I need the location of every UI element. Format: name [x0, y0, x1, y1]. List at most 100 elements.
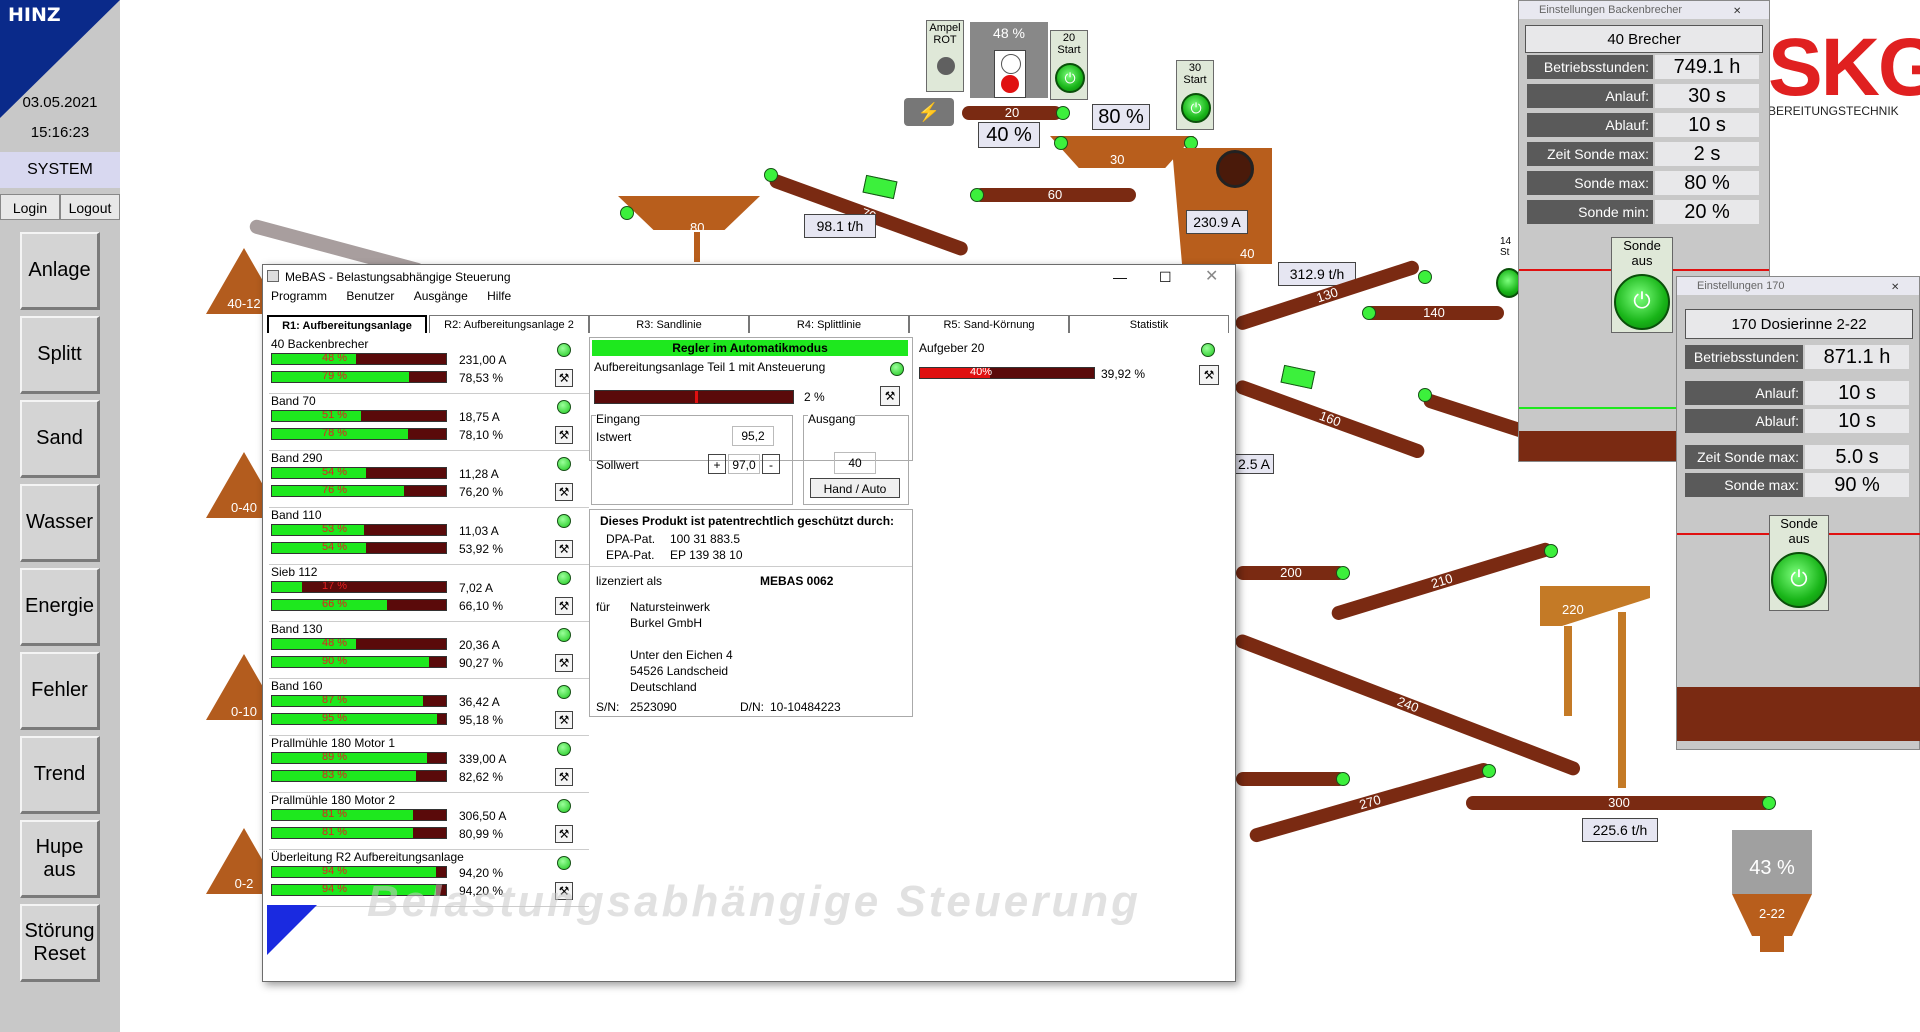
menu-benutzer[interactable]: Benutzer	[346, 289, 394, 303]
conveyor-240[interactable]: 240	[1233, 632, 1583, 778]
load-row: Band 70 51 % 18,75 A 78 % 78,10 % ⚒	[269, 394, 589, 451]
menu-hilfe[interactable]: Hilfe	[487, 289, 511, 303]
tool-icon[interactable]: ⚒	[555, 768, 573, 786]
tool-icon[interactable]: ⚒	[1199, 365, 1219, 385]
tool-icon[interactable]: ⚒	[555, 654, 573, 672]
hupe-aus-button[interactable]: Hupe aus	[20, 820, 100, 898]
motor-icon[interactable]: ⚡	[904, 98, 954, 126]
load-bar-current: 53 %	[271, 524, 447, 536]
tool-icon[interactable]: ⚒	[555, 711, 573, 729]
conveyor-170[interactable]	[1421, 392, 1531, 440]
conveyor-260[interactable]	[1236, 772, 1346, 786]
sonde-button[interactable]: Sonde aus ⏻	[1611, 237, 1673, 333]
settings-backenbrecher-title[interactable]: Einstellungen Backenbrecher ✕	[1519, 1, 1769, 19]
tool-icon[interactable]: ⚒	[555, 597, 573, 615]
aufgeber-value: 39,92 %	[1101, 367, 1146, 381]
close-icon[interactable]: ✕	[1205, 265, 1218, 289]
load-value-current: 7,02 A	[459, 581, 494, 595]
nav-energie-button[interactable]: Energie	[20, 568, 100, 646]
tab-r2[interactable]: R2: Aufbereitungsanlage 2	[429, 315, 589, 333]
stoerung-reset-button[interactable]: Störung Reset	[20, 904, 100, 982]
load-pct: 48 %	[322, 638, 348, 649]
conveyor-300[interactable]: 300	[1466, 795, 1772, 810]
tab-r3[interactable]: R3: Sandlinie	[589, 315, 749, 333]
tool-icon[interactable]: ⚒	[555, 540, 573, 558]
silo-2-22-label: 2-22	[1758, 906, 1786, 921]
login-button[interactable]: Login	[0, 194, 60, 220]
start-20-label: 20 Start	[1057, 32, 1081, 56]
start-30-button[interactable]: 30 Start ⏻	[1176, 60, 1214, 130]
hand-auto-button[interactable]: Hand / Auto	[810, 478, 900, 498]
start-20-button[interactable]: 20 Start ⏻	[1050, 30, 1088, 100]
load-value-average: 78,10 %	[459, 428, 504, 442]
conveyor-210[interactable]: 210	[1329, 541, 1554, 622]
status-led	[1418, 388, 1432, 402]
setting-value[interactable]: 871.1 h	[1805, 345, 1909, 369]
sollwert-minus-button[interactable]: -	[762, 454, 780, 474]
load-value-current: 36,42 A	[459, 695, 500, 709]
setting-value[interactable]: 90 %	[1805, 473, 1909, 497]
mebas-titlebar[interactable]: MeBAS - Belastungsabhängige Steuerung — …	[263, 265, 1235, 289]
nav-trend-button[interactable]: Trend	[20, 736, 100, 814]
logout-button[interactable]: Logout	[60, 194, 120, 220]
conveyor-140[interactable]: 140	[1364, 305, 1504, 320]
conveyor-200[interactable]: 200	[1236, 565, 1346, 580]
close-icon[interactable]: ✕	[1891, 279, 1899, 297]
power-icon: ⏻	[1614, 274, 1670, 330]
ampel-button[interactable]: Ampel ROT	[926, 20, 964, 92]
load-value-current: 306,50 A	[459, 809, 507, 823]
load-bar-current: 54 %	[271, 467, 447, 479]
setting-value[interactable]: 5.0 s	[1805, 445, 1909, 469]
sollwert-input[interactable]: 97,0	[728, 454, 760, 474]
load-row: Band 110 53 % 11,03 A 54 % 53,92 % ⚒	[269, 508, 589, 565]
status-led	[1482, 764, 1496, 778]
silo-2-22[interactable]: 43 %	[1732, 830, 1812, 894]
tool-icon[interactable]: ⚒	[555, 426, 573, 444]
settings-170-title[interactable]: Einstellungen 170 ✕	[1677, 277, 1919, 295]
tab-r5[interactable]: R5: Sand-Körnung	[909, 315, 1069, 333]
setting-value[interactable]: 2 s	[1655, 142, 1759, 166]
power-icon: ⏻	[1771, 552, 1827, 608]
setting-value[interactable]: 80 %	[1655, 171, 1759, 195]
watermark: Belastungsabhängige Steuerung	[367, 877, 1141, 926]
setting-value[interactable]: 10 s	[1805, 409, 1909, 433]
tool-icon[interactable]: ⚒	[555, 483, 573, 501]
setting-value[interactable]: 10 s	[1805, 381, 1909, 405]
ampel-indicator	[937, 57, 955, 75]
nav-wasser-button[interactable]: Wasser	[20, 484, 100, 562]
tool-icon[interactable]: ⚒	[555, 825, 573, 843]
setting-value[interactable]: 749.1 h	[1655, 55, 1759, 79]
status-led	[557, 343, 571, 357]
menu-programm[interactable]: Programm	[271, 289, 327, 303]
load-row: Band 290 54 % 11,28 A 76 % 76,20 % ⚒	[269, 451, 589, 508]
maximize-icon[interactable]: ☐	[1159, 265, 1172, 289]
mebas-menubar: Programm Benutzer Ausgänge Hilfe	[263, 289, 1235, 309]
fuer-label: für	[596, 600, 611, 614]
sonde-button[interactable]: Sonde aus ⏻	[1769, 515, 1829, 611]
istwert-value: 95,2	[732, 426, 774, 446]
menu-ausgaenge[interactable]: Ausgänge	[414, 289, 468, 303]
conveyor-60[interactable]: 60	[974, 187, 1136, 202]
conveyor-160[interactable]: 160	[1233, 378, 1427, 460]
tab-r4[interactable]: R4: Splittlinie	[749, 315, 909, 333]
load-pct: 78 %	[322, 428, 348, 439]
tab-r1[interactable]: R1: Aufbereitungsanlage	[267, 315, 427, 333]
status-led	[1336, 566, 1350, 580]
sonde-label: Sonde aus	[1623, 238, 1661, 268]
sollwert-plus-button[interactable]: +	[708, 454, 726, 474]
tool-icon[interactable]: ⚒	[880, 386, 900, 406]
tab-statistik[interactable]: Statistik	[1069, 315, 1229, 333]
load-pct: 83 %	[322, 770, 348, 781]
setting-value[interactable]: 30 s	[1655, 84, 1759, 108]
minimize-icon[interactable]: —	[1113, 265, 1127, 289]
close-icon[interactable]: ✕	[1733, 3, 1741, 21]
nav-sand-button[interactable]: Sand	[20, 400, 100, 478]
nav-splitt-button[interactable]: Splitt	[20, 316, 100, 394]
setting-value[interactable]: 10 s	[1655, 113, 1759, 137]
nav-anlage-button[interactable]: Anlage	[20, 232, 100, 310]
setting-value[interactable]: 20 %	[1655, 200, 1759, 224]
nav-fehler-button[interactable]: Fehler	[20, 652, 100, 730]
load-bar-average: 79 %	[271, 371, 447, 383]
conveyor-20[interactable]: 20	[962, 105, 1062, 120]
tool-icon[interactable]: ⚒	[555, 369, 573, 387]
